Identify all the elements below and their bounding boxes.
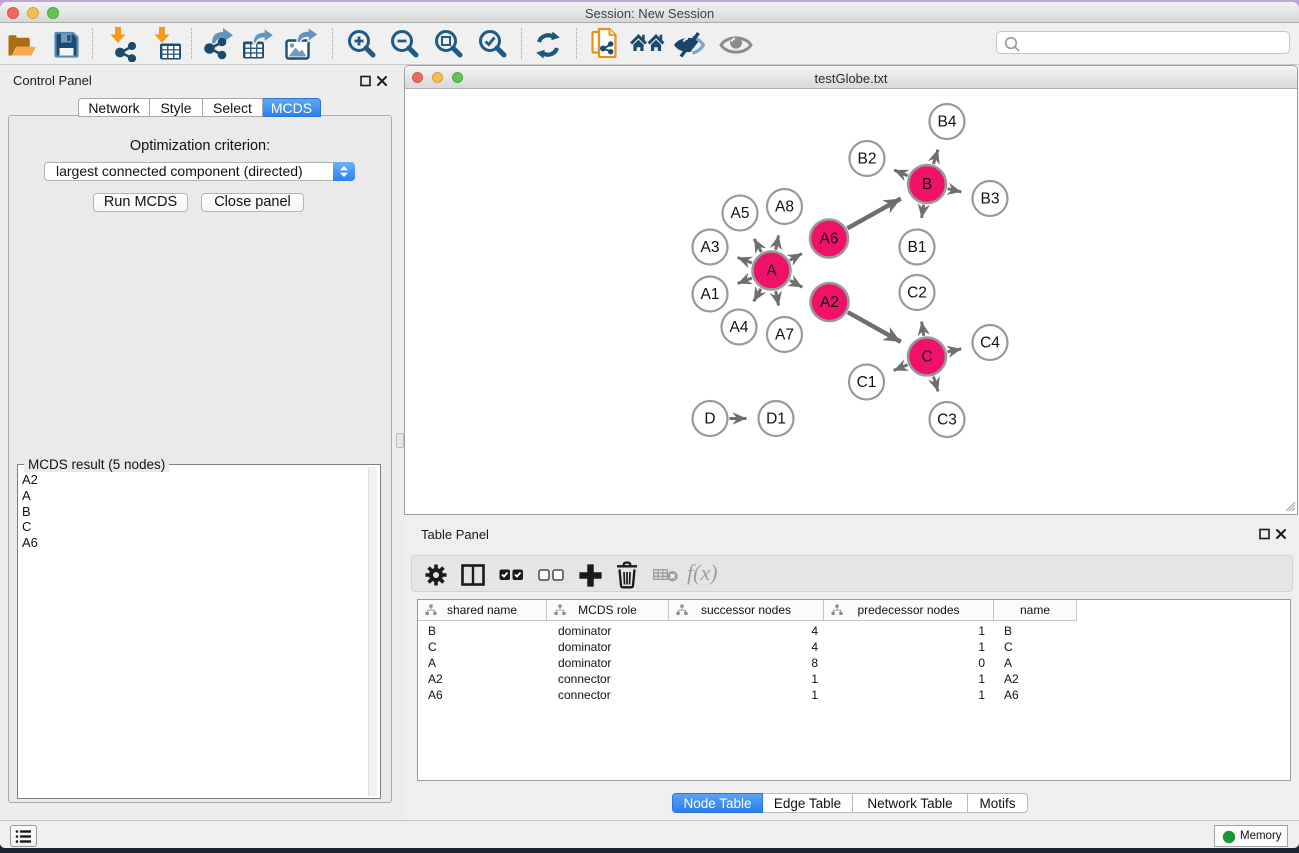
svg-text:C3: C3 xyxy=(937,412,957,429)
svg-text:A: A xyxy=(766,263,777,280)
svg-text:C1: C1 xyxy=(857,374,877,391)
svg-text:D1: D1 xyxy=(766,411,786,428)
svg-text:A6: A6 xyxy=(820,231,839,248)
svg-text:B1: B1 xyxy=(908,239,927,256)
svg-text:A2: A2 xyxy=(820,294,839,311)
svg-text:B: B xyxy=(922,176,932,193)
svg-text:C: C xyxy=(921,349,932,366)
svg-text:C2: C2 xyxy=(907,285,927,302)
svg-text:B3: B3 xyxy=(981,191,1000,208)
svg-text:A7: A7 xyxy=(775,327,794,344)
svg-text:B2: B2 xyxy=(858,151,877,168)
svg-text:A5: A5 xyxy=(731,205,750,222)
svg-text:A4: A4 xyxy=(730,319,749,336)
svg-text:B4: B4 xyxy=(938,114,957,131)
svg-text:A8: A8 xyxy=(775,199,794,216)
svg-text:A1: A1 xyxy=(701,286,720,303)
svg-text:C4: C4 xyxy=(980,335,1000,352)
svg-text:A3: A3 xyxy=(701,239,720,256)
svg-text:D: D xyxy=(704,411,715,428)
